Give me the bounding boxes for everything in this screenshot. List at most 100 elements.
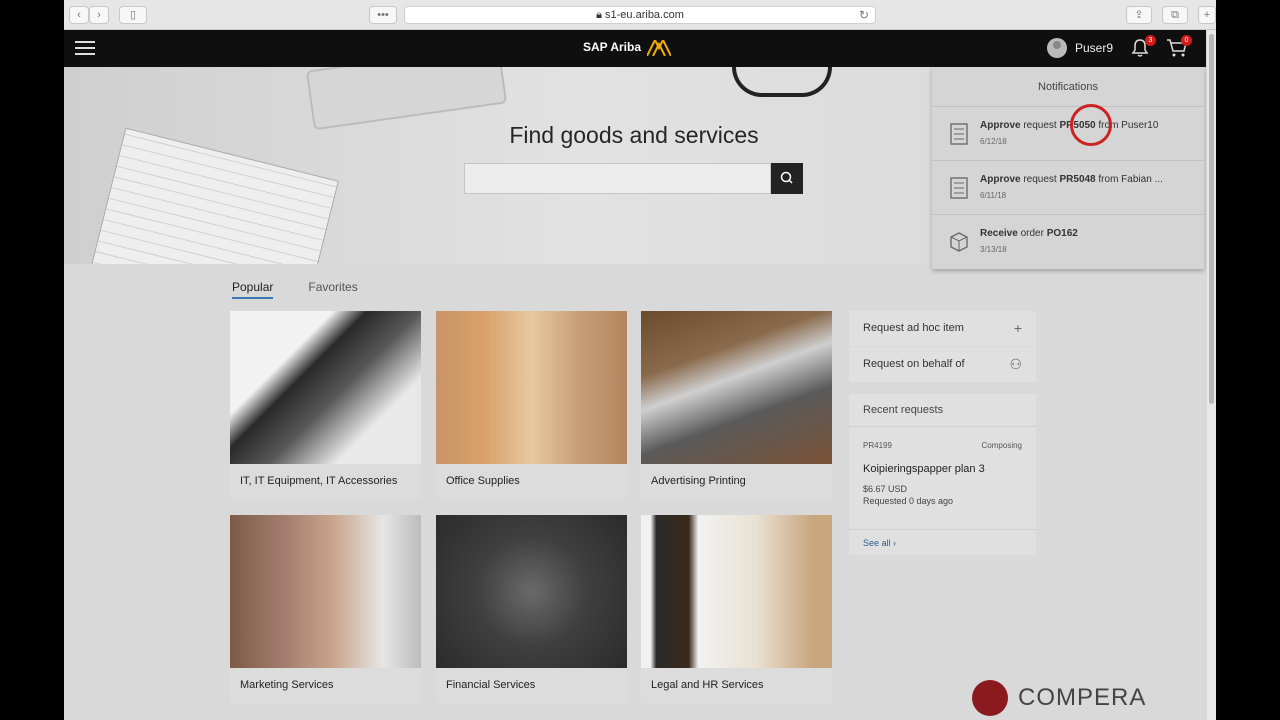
- notification-date: 6/12/18: [980, 137, 1007, 146]
- scrollbar[interactable]: [1207, 30, 1216, 720]
- glasses-image: [732, 67, 832, 97]
- new-tab-button[interactable]: +: [1198, 6, 1216, 24]
- notification-ref: PO162: [1046, 228, 1078, 239]
- category-label: Marketing Services: [230, 668, 421, 703]
- browser-toolbar: ‹ › ▯ ••• 🔒︎ s1-eu.ariba.com ↻ ⇪ ⧉ +: [64, 0, 1216, 30]
- app-header: SAP Ariba Puser9 3 0: [64, 30, 1206, 67]
- tabs-icon: ⧉: [1171, 9, 1179, 21]
- checklist-icon: [950, 123, 968, 145]
- request-ad-hoc-button[interactable]: Request ad hoc item +: [849, 311, 1036, 346]
- back-icon: ‹: [77, 9, 81, 21]
- notification-badge: 3: [1145, 35, 1156, 46]
- category-card-it[interactable]: IT, IT Equipment, IT Accessories: [230, 311, 421, 499]
- sap-ariba-logo[interactable]: SAP Ariba: [583, 37, 673, 57]
- action-label: Request ad hoc item: [863, 322, 964, 334]
- notification-action: Approve: [980, 174, 1021, 185]
- compera-text: COMPERA: [1018, 684, 1147, 711]
- request-status: Composing: [981, 441, 1022, 450]
- click-indicator: [1070, 104, 1112, 146]
- show-tabs-button[interactable]: ⧉: [1162, 6, 1188, 24]
- category-label: Financial Services: [436, 668, 627, 703]
- user-name: Puser9: [1075, 41, 1114, 55]
- notifications-panel: Notifications Approve request PR5050 fro…: [932, 67, 1204, 269]
- see-all-link[interactable]: See all ›: [849, 529, 1036, 548]
- tab-favorites[interactable]: Favorites: [308, 280, 357, 299]
- tab-popular[interactable]: Popular: [232, 280, 274, 299]
- action-label: Request on behalf of: [863, 358, 965, 370]
- financial-image: [436, 515, 627, 668]
- logo-text: SAP Ariba: [583, 40, 642, 55]
- checklist-icon: [950, 177, 968, 199]
- legal-image: [641, 515, 832, 668]
- it-equipment-image: [230, 311, 421, 464]
- notification-ref: PR5048: [1059, 174, 1096, 185]
- compera-logo-icon: [972, 680, 1008, 716]
- forward-button[interactable]: ›: [89, 6, 109, 24]
- category-card-financial[interactable]: Financial Services: [436, 515, 627, 703]
- category-card-advertising[interactable]: Advertising Printing: [641, 311, 832, 499]
- category-card-legal[interactable]: Legal and HR Services: [641, 515, 832, 703]
- notification-text: Receive order PO162: [980, 228, 1078, 239]
- share-icon: ⇪: [1134, 9, 1144, 21]
- notification-action: Receive: [980, 228, 1018, 239]
- notification-item[interactable]: Approve request PR5050 from Puser10 6/12…: [932, 107, 1204, 161]
- office-supplies-image: [436, 311, 627, 464]
- notification-text: Approve request PR5048 from Fabian ...: [980, 174, 1163, 185]
- scrollbar-thumb[interactable]: [1209, 34, 1214, 404]
- compera-watermark: COMPERA: [972, 680, 1146, 716]
- search-icon: [780, 171, 793, 184]
- ariba-mountain-icon: [646, 37, 673, 57]
- notification-mid: request: [1020, 174, 1060, 185]
- plus-icon: +: [1013, 320, 1022, 336]
- user-menu[interactable]: Puser9: [1047, 38, 1113, 58]
- notification-mid: order: [1017, 228, 1047, 239]
- notification-tail: from Fabian ...: [1095, 174, 1163, 185]
- category-card-office[interactable]: Office Supplies: [436, 311, 627, 499]
- users-icon: ⚇: [1009, 356, 1022, 372]
- box-icon: [950, 232, 968, 252]
- see-all-label: See all: [863, 538, 891, 548]
- notification-item[interactable]: Approve request PR5048 from Fabian ... 6…: [932, 161, 1204, 215]
- url-text: s1-eu.ariba.com: [605, 9, 684, 21]
- side-actions: Request ad hoc item + Request on behalf …: [849, 311, 1036, 383]
- cart-button[interactable]: 0: [1166, 35, 1192, 60]
- category-label: Legal and HR Services: [641, 668, 832, 703]
- keyboard-image: [305, 67, 508, 131]
- search-button[interactable]: [771, 163, 803, 194]
- share-button[interactable]: ⇪: [1126, 6, 1152, 24]
- notification-date: 6/11/18: [980, 191, 1007, 200]
- menu-icon[interactable]: [75, 41, 95, 56]
- forward-icon: ›: [97, 9, 101, 21]
- notifications-button[interactable]: 3: [1130, 35, 1156, 60]
- category-label: Office Supplies: [436, 464, 627, 499]
- reload-icon[interactable]: ↻: [859, 7, 869, 23]
- browser-window: ‹ › ▯ ••• 🔒︎ s1-eu.ariba.com ↻ ⇪ ⧉ + SAP…: [64, 0, 1216, 720]
- advertising-image: [641, 311, 832, 464]
- category-label: IT, IT Equipment, IT Accessories: [230, 464, 421, 499]
- request-id: PR4199: [863, 441, 892, 450]
- chevron-right-icon: ›: [893, 538, 897, 548]
- plus-icon: +: [1203, 9, 1211, 21]
- top-sites-button[interactable]: •••: [369, 6, 397, 24]
- recent-requests-card: Recent requests PR4199 Composing Koipier…: [849, 394, 1036, 555]
- request-on-behalf-button[interactable]: Request on behalf of ⚇: [849, 347, 1036, 382]
- address-bar[interactable]: 🔒︎ s1-eu.ariba.com ↻: [404, 6, 876, 24]
- notifications-title: Notifications: [932, 67, 1204, 107]
- request-amount: $6.67 USD: [863, 484, 908, 494]
- category-card-marketing[interactable]: Marketing Services: [230, 515, 421, 703]
- recent-requests-title: Recent requests: [849, 394, 1036, 427]
- catalog-tabs: Popular Favorites: [232, 280, 358, 299]
- notification-date: 3/13/18: [980, 245, 1007, 254]
- back-button[interactable]: ‹: [69, 6, 89, 24]
- notification-action: Approve: [980, 120, 1021, 131]
- sidebar-toggle-button[interactable]: ▯: [119, 6, 147, 24]
- dots-icon: •••: [377, 9, 389, 21]
- category-label: Advertising Printing: [641, 464, 832, 499]
- notification-item[interactable]: Receive order PO162 3/13/18: [932, 215, 1204, 269]
- search-input[interactable]: [464, 163, 771, 194]
- request-time: Requested 0 days ago: [863, 496, 954, 506]
- sidebar-icon: ▯: [129, 9, 137, 21]
- marketing-image: [230, 515, 421, 668]
- request-name[interactable]: Koipieringspapper plan 3: [863, 463, 985, 475]
- avatar: [1047, 38, 1067, 58]
